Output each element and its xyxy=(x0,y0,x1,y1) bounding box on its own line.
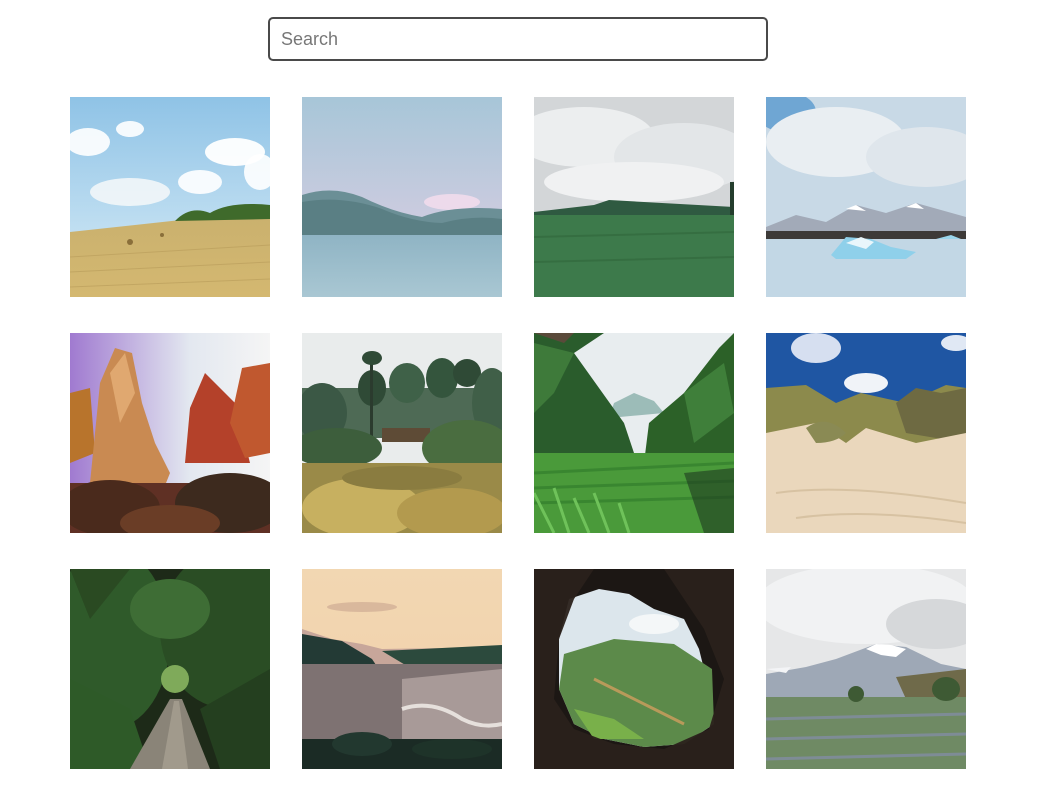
jungle-valley-image xyxy=(534,333,734,533)
photo-grid xyxy=(70,97,966,769)
snowy-mountain-field-image xyxy=(766,569,966,769)
forest-garden-image xyxy=(302,333,502,533)
photo-sand-dunes[interactable] xyxy=(766,333,966,533)
cave-view-image xyxy=(534,569,734,769)
photo-forest-path[interactable] xyxy=(70,569,270,769)
search-bar xyxy=(268,17,768,61)
photo-forest-garden[interactable] xyxy=(302,333,502,533)
coastal-sunset-image xyxy=(302,569,502,769)
photo-red-rock-canyon[interactable] xyxy=(70,333,270,533)
photo-cave-view[interactable] xyxy=(534,569,734,769)
photo-hay-field[interactable] xyxy=(70,97,270,297)
forest-path-image xyxy=(70,569,270,769)
mountain-lake-image xyxy=(302,97,502,297)
photo-snowy-mountain-field[interactable] xyxy=(766,569,966,769)
sand-dunes-image xyxy=(766,333,966,533)
photo-glacier-lagoon[interactable] xyxy=(766,97,966,297)
hay-field-image xyxy=(70,97,270,297)
red-rock-canyon-image xyxy=(70,333,270,533)
glacier-lagoon-image xyxy=(766,97,966,297)
photo-mountain-lake[interactable] xyxy=(302,97,502,297)
green-meadow-image xyxy=(534,97,734,297)
photo-green-meadow-cloudy[interactable] xyxy=(534,97,734,297)
search-input[interactable] xyxy=(268,17,768,61)
photo-coastal-sunset[interactable] xyxy=(302,569,502,769)
photo-jungle-valley[interactable] xyxy=(534,333,734,533)
